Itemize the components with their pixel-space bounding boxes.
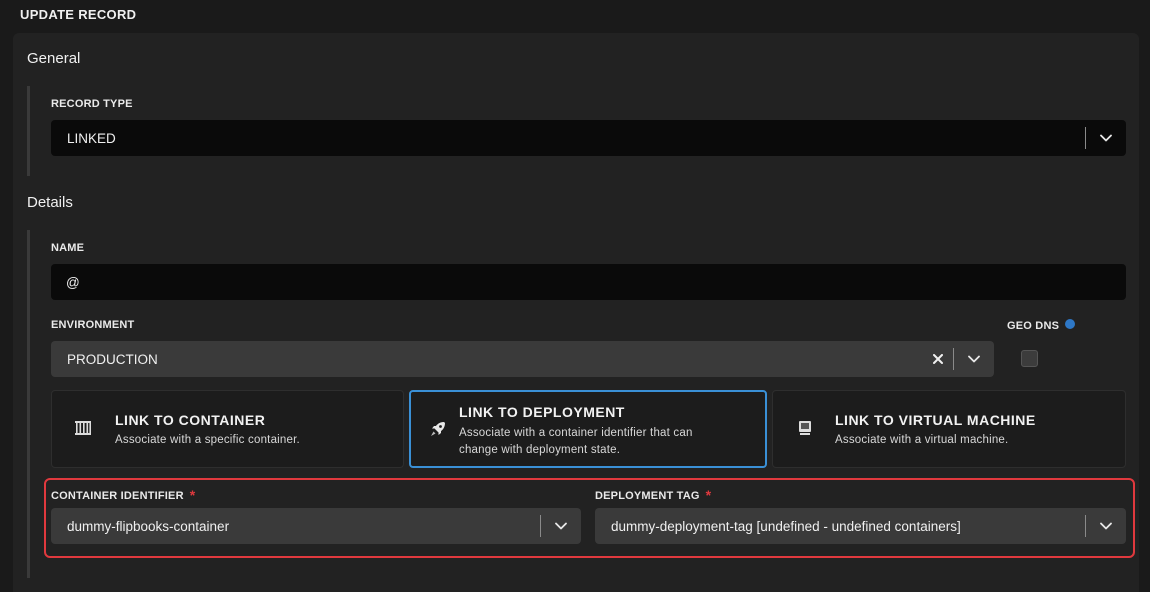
card-description-line-2: change with deployment state. — [459, 444, 621, 456]
deployment-tag-label: DEPLOYMENT TAG * — [595, 486, 712, 503]
chevron-down-icon[interactable] — [541, 508, 581, 544]
general-section-bar — [27, 86, 30, 176]
record-type-value: LINKED — [67, 130, 116, 146]
chevron-down-icon[interactable] — [1086, 508, 1126, 544]
environment-value: PRODUCTION — [67, 351, 158, 367]
container-identifier-label-text: CONTAINER IDENTIFIER — [51, 490, 184, 502]
chevron-down-icon[interactable] — [954, 341, 994, 377]
container-identifier-label: CONTAINER IDENTIFIER * — [51, 486, 196, 503]
container-identifier-value: dummy-flipbooks-container — [67, 518, 230, 534]
geo-dns-checkbox[interactable] — [1021, 350, 1038, 367]
environment-label: ENVIRONMENT — [51, 319, 135, 331]
info-icon[interactable] — [1065, 319, 1076, 329]
geo-dns-label: GEO DNS — [1007, 319, 1076, 332]
card-title: LINK TO VIRTUAL MACHINE — [835, 412, 1036, 428]
record-type-select[interactable]: LINKED — [51, 120, 1126, 156]
link-to-container-card[interactable]: LINK TO CONTAINER Associate with a speci… — [51, 390, 404, 468]
link-to-deployment-card[interactable]: LINK TO DEPLOYMENT Associate with a cont… — [409, 390, 767, 468]
name-label: NAME — [51, 242, 85, 254]
page-title: UPDATE RECORD — [20, 7, 137, 22]
clear-icon[interactable] — [923, 341, 953, 377]
environment-select[interactable]: PRODUCTION — [51, 341, 994, 377]
required-mark: * — [189, 487, 196, 503]
deployment-tag-label-text: DEPLOYMENT TAG — [595, 490, 700, 502]
geo-dns-label-text: GEO DNS — [1007, 320, 1060, 332]
name-input[interactable]: @ — [51, 264, 1126, 300]
deployment-tag-select[interactable]: dummy-deployment-tag [undefined - undefi… — [595, 508, 1126, 544]
details-section-title: Details — [27, 194, 73, 211]
general-section-title: General — [27, 50, 81, 67]
container-icon — [74, 420, 92, 438]
deployment-tag-value: dummy-deployment-tag [undefined - undefi… — [611, 518, 961, 534]
chevron-down-icon[interactable] — [1086, 120, 1126, 156]
monitor-icon — [797, 420, 815, 438]
card-description: Associate with a virtual machine. — [835, 434, 1009, 446]
card-description: Associate with a specific container. — [115, 434, 300, 446]
card-title: LINK TO CONTAINER — [115, 412, 266, 428]
container-identifier-select[interactable]: dummy-flipbooks-container — [51, 508, 581, 544]
details-section-bar — [27, 230, 30, 578]
card-description-line-1: Associate with a container identifier th… — [459, 427, 693, 439]
record-type-label: RECORD TYPE — [51, 98, 133, 110]
link-to-virtual-machine-card[interactable]: LINK TO VIRTUAL MACHINE Associate with a… — [772, 390, 1126, 468]
rocket-icon — [429, 420, 447, 438]
card-title: LINK TO DEPLOYMENT — [459, 404, 625, 420]
required-mark: * — [705, 487, 712, 503]
